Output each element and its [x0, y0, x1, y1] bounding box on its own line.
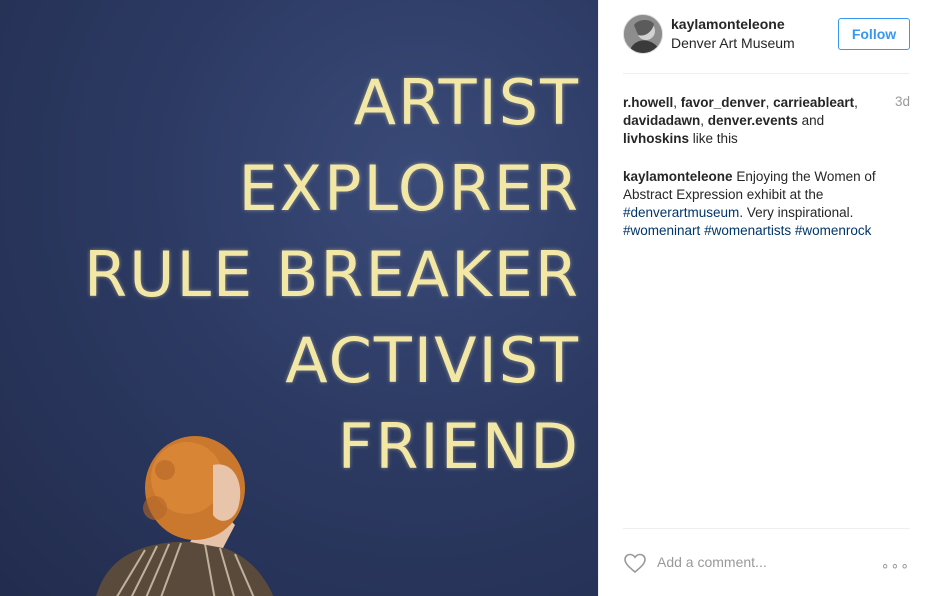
post-header: kaylamonteleone Denver Art Museum Follow	[623, 14, 910, 64]
comment-input[interactable]: Add a comment...	[657, 554, 767, 570]
like-user[interactable]: livhoskins	[623, 131, 689, 146]
woman-figure	[96, 436, 274, 596]
comment-bar: Add a comment... ∘∘∘	[623, 548, 910, 578]
wall-line: RULE BREAKER	[84, 238, 580, 311]
avatar-image	[624, 15, 662, 53]
hashtag-link[interactable]: #denverartmuseum	[623, 205, 739, 220]
wall-text: ARTIST EXPLORER RULE BREAKER ACTIVIST FR…	[84, 60, 580, 490]
heart-icon[interactable]	[623, 551, 647, 575]
avatar[interactable]	[623, 14, 663, 54]
caption-text: . Very inspirational.	[739, 205, 854, 220]
wall-line: ACTIVIST	[285, 324, 580, 397]
post-caption: kaylamonteleone Enjoying the Women of Ab…	[623, 168, 913, 240]
location-link[interactable]: Denver Art Museum	[671, 35, 795, 51]
like-user[interactable]: carrieableart	[773, 95, 854, 110]
post-photo[interactable]: ARTIST EXPLORER RULE BREAKER ACTIVIST FR…	[0, 0, 598, 596]
like-user[interactable]: davidadawn	[623, 113, 700, 128]
more-options-icon[interactable]: ∘∘∘	[881, 557, 910, 574]
likes-line: r.howell, favor_denver, carrieableart, d…	[623, 95, 858, 146]
username-link[interactable]: kaylamonteleone	[671, 16, 785, 32]
hashtag-link[interactable]: #womeninart	[623, 223, 700, 238]
wall-line: EXPLORER	[238, 152, 580, 225]
like-user[interactable]: r.howell	[623, 95, 673, 110]
caption-username[interactable]: kaylamonteleone	[623, 169, 733, 184]
likes-suffix: like this	[692, 131, 738, 146]
divider	[623, 528, 910, 529]
likes-and: and	[801, 113, 825, 128]
hashtag-link[interactable]: #womenrock	[795, 223, 872, 238]
post-side-panel: kaylamonteleone Denver Art Museum Follow…	[598, 0, 933, 596]
follow-button[interactable]: Follow	[838, 18, 910, 50]
post-timestamp[interactable]: 3d	[895, 94, 910, 109]
hashtag-link[interactable]: #womenartists	[704, 223, 791, 238]
like-user[interactable]: denver.events	[708, 113, 798, 128]
wall-line: ARTIST	[353, 66, 580, 139]
like-user[interactable]: favor_denver	[681, 95, 766, 110]
divider	[623, 73, 910, 74]
